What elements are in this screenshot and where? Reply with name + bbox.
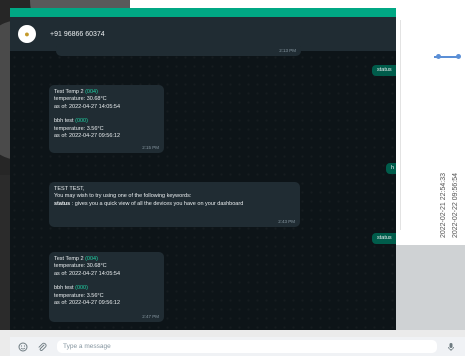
device-id: (000) [75,118,88,125]
message-time: 2:47 PM [142,313,159,319]
device-reading: temperature: 30.68°C [54,263,107,270]
attach-icon[interactable] [36,341,48,353]
chart-point [456,54,461,59]
intro-text: You may wish to try using one of the fol… [54,193,192,200]
background-window-edge [130,0,396,8]
device-reading: temperature: 3.56°C [54,292,104,299]
incoming-message: Test Temp 2 (004) temperature: 30.68°C a… [49,252,164,322]
device-name: bbh test [54,285,74,292]
device-timestamp: as of: 2022-04-27 14:05:54 [54,103,121,110]
chart-date-label: 2022-02-21 22:54:33 [440,173,447,238]
message-composer [10,337,465,356]
message-time: 2:13 PM [279,47,296,53]
background-window-edge [0,175,10,330]
device-name: Test Temp 2 [54,89,84,95]
contact-name[interactable]: +91 96866 60374 [50,31,105,38]
message-input[interactable] [57,340,437,353]
background-chart-window: 2022-02-21 22:54:33 2022-02-22 09:56:54 [396,0,465,245]
device-id: (000) [75,285,88,292]
greeting-text: TEST TEST, [54,186,85,192]
chart-series-line [434,56,458,58]
device-id: (004) [85,89,98,95]
device-reading: temperature: 30.68°C [54,96,107,103]
device-name: bbh test [54,118,74,125]
device-timestamp: as of: 2022-04-27 09:56:12 [54,133,121,140]
message-text: h [391,165,395,171]
keyword-description: : gives you a quick view of all the devi… [71,200,244,207]
device-timestamp: as of: 2022-04-27 14:05:54 [54,270,121,277]
whatsapp-chat-window: ● +91 96866 60374 2:13 PM status Test Te… [10,8,396,330]
emoji-icon[interactable] [17,341,29,353]
incoming-message: Test Temp 2 (004) temperature: 30.68°C a… [49,85,164,153]
user-avatar-icon[interactable]: ● [18,25,36,43]
message-time: 2:15 PM [142,144,159,150]
keyword-text: status [54,200,71,207]
mic-icon[interactable] [445,341,457,353]
incoming-message: 2:13 PM [56,44,301,56]
message-text: status [377,235,392,241]
message-time: 2:43 PM [278,218,295,224]
brand-bar [10,8,396,17]
device-name: Test Temp 2 [54,256,84,262]
device-timestamp: as of: 2022-04-27 09:56:12 [54,300,121,307]
device-reading: temperature: 3.56°C [54,125,104,132]
message-text: status [377,67,392,73]
outgoing-message: status [372,65,396,76]
outgoing-message: status [372,233,396,244]
chart-axis [400,20,401,230]
chart-date-label: 2022-02-22 09:56:54 [452,173,459,238]
incoming-message: TEST TEST, You may wish to try using one… [49,182,300,227]
outgoing-message: h [386,163,396,174]
device-id: (004) [85,256,98,262]
